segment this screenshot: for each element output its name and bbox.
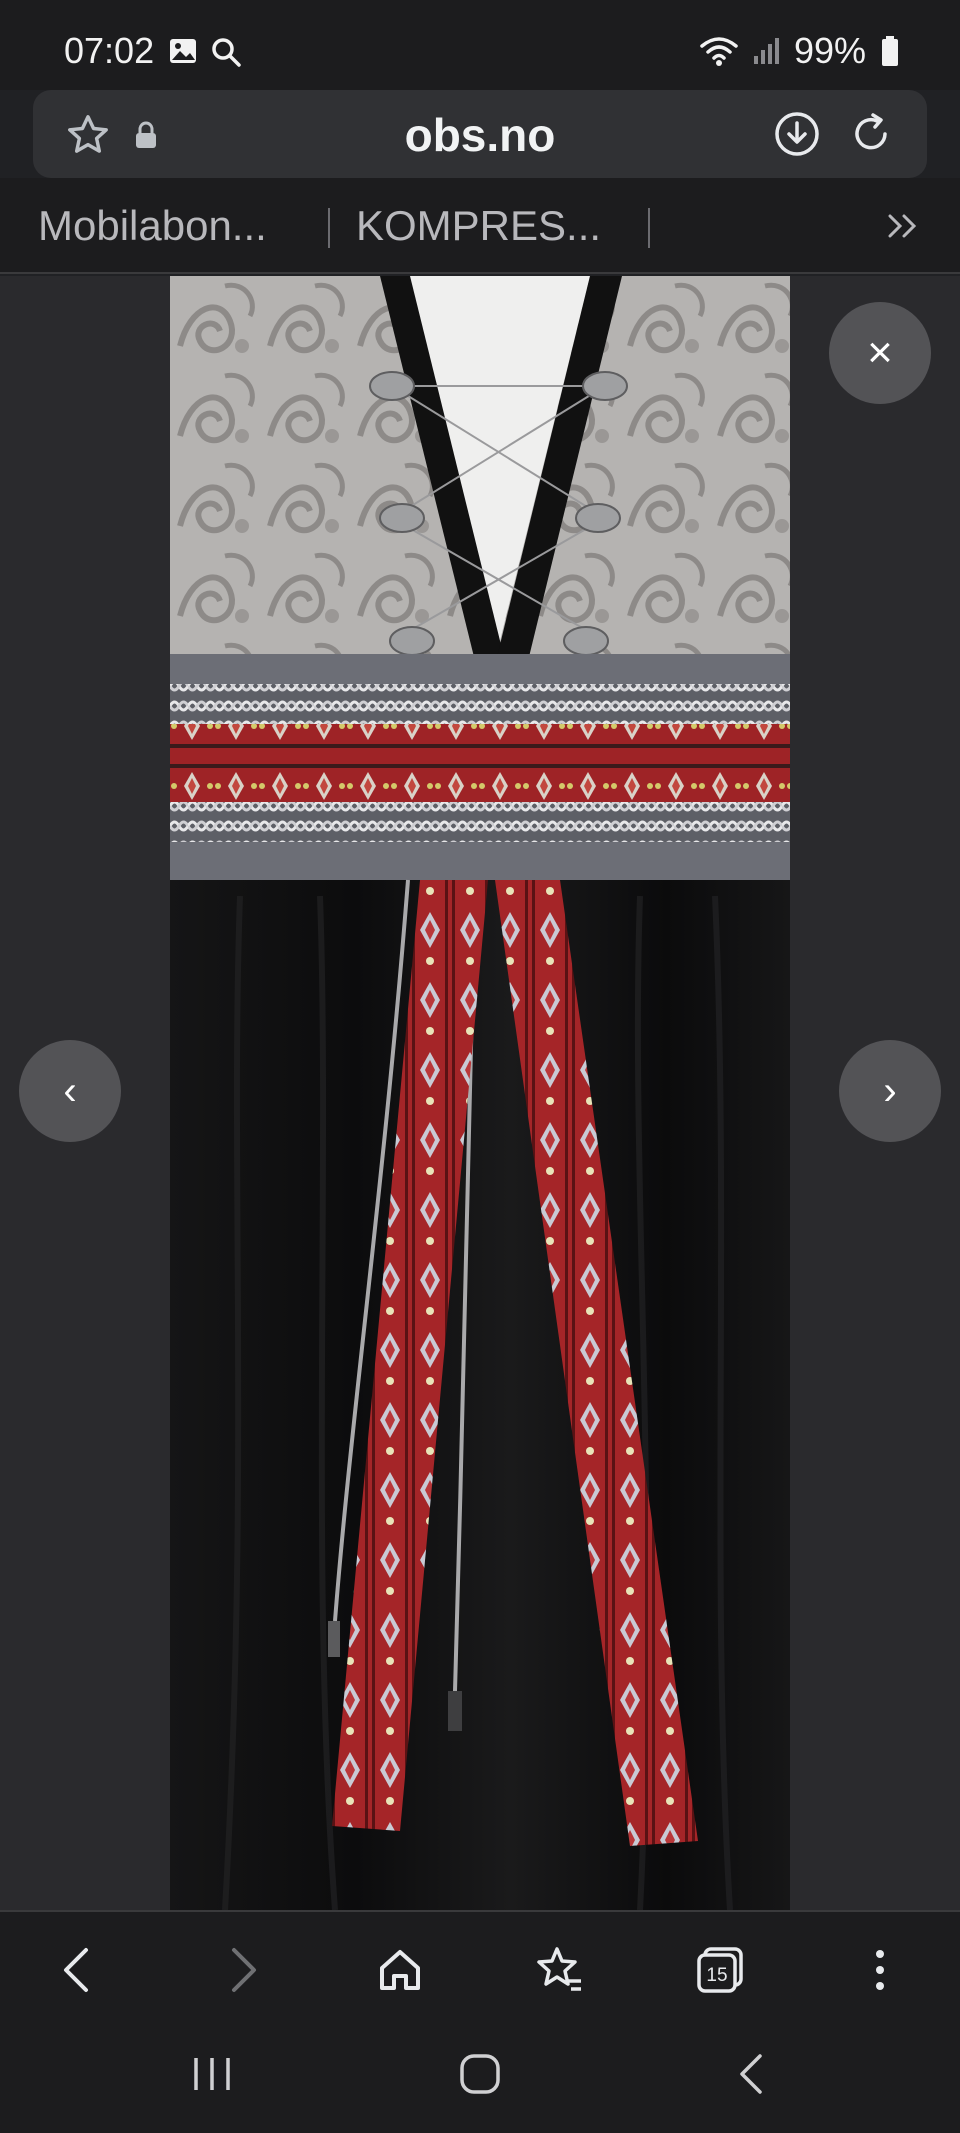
status-bar: 07:02 99% <box>0 0 960 90</box>
status-time: 07:02 <box>64 30 155 71</box>
address-bar[interactable]: obs.no <box>33 90 927 178</box>
gallery-icon <box>170 39 196 63</box>
bookmarks-bar: Mobilabon... KOMPRES... <box>0 178 960 274</box>
bookmark-divider <box>648 208 650 248</box>
status-system-icons: 99% <box>700 30 900 72</box>
previous-image-button[interactable]: ‹ <box>19 1040 121 1142</box>
close-icon: × <box>867 328 893 377</box>
browser-toolbar: 15 <box>0 1910 960 2022</box>
bookmark-divider <box>328 208 330 248</box>
bookmark-item[interactable]: KOMPRES... <box>356 202 601 250</box>
home-button[interactable] <box>372 1942 428 1998</box>
bookmark-item[interactable]: Mobilabon... <box>38 202 267 250</box>
back-arrow-icon <box>64 1948 88 1992</box>
system-navigation-bar <box>0 2022 960 2133</box>
reload-icon[interactable] <box>847 110 895 158</box>
tabs-button[interactable]: 15 <box>692 1942 748 1998</box>
download-icon[interactable] <box>773 110 821 158</box>
wifi-icon <box>700 37 738 66</box>
search-icon <box>212 38 241 67</box>
image-viewer: × ‹ › <box>0 276 960 1910</box>
close-button[interactable]: × <box>829 302 931 404</box>
recent-apps-icon[interactable] <box>190 2052 234 2096</box>
signal-icon <box>753 38 779 64</box>
tab-count: 15 <box>706 1965 727 1986</box>
back-button[interactable] <box>50 1942 106 1998</box>
bookmarks-button[interactable] <box>532 1942 588 1998</box>
forward-button[interactable] <box>214 1942 270 1998</box>
back-nav-icon[interactable] <box>730 2052 774 2096</box>
status-notification-icons <box>168 36 242 68</box>
chevron-right-icon: › <box>883 1068 897 1113</box>
tabs-icon: 15 <box>697 1947 743 1993</box>
bookmark-list-icon <box>537 1947 581 1991</box>
battery-percent: 99% <box>793 30 866 71</box>
battery-icon <box>882 36 898 66</box>
next-image-button[interactable]: › <box>839 1040 941 1142</box>
product-photo <box>170 276 790 1910</box>
home-icon <box>380 1950 420 1990</box>
bunad-vest-image <box>170 276 790 1910</box>
forward-arrow-icon <box>232 1948 256 1992</box>
more-bookmarks-icon[interactable] <box>886 210 922 242</box>
home-nav-icon[interactable] <box>458 2052 502 2096</box>
chevron-left-icon: ‹ <box>63 1068 77 1113</box>
more-vert-icon <box>876 1950 884 1990</box>
menu-button[interactable] <box>852 1942 908 1998</box>
